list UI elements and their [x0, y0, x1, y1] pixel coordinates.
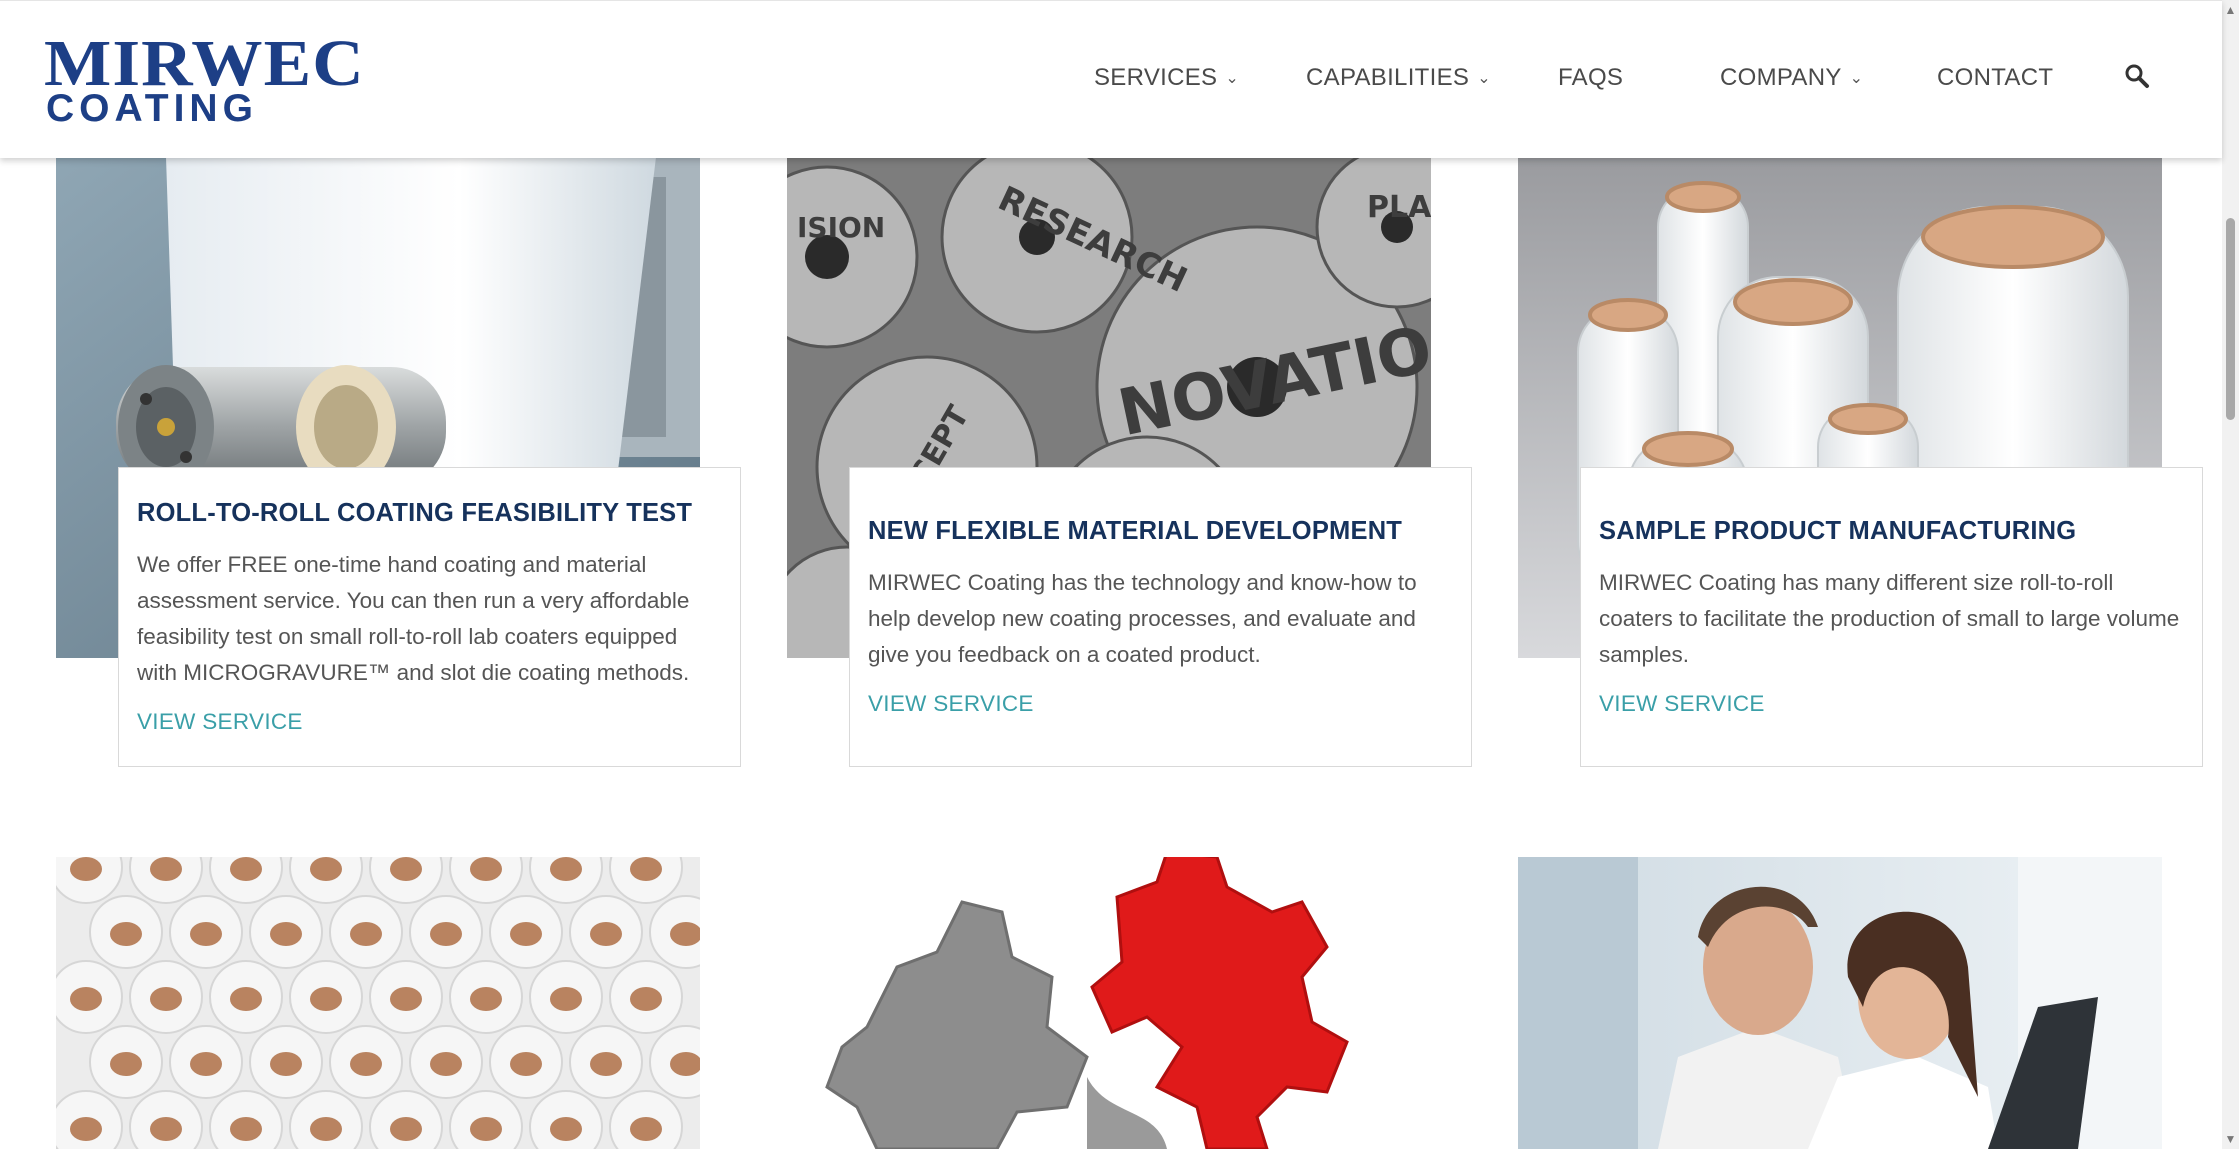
search-icon[interactable]: [2124, 63, 2150, 89]
service-card-description: We offer FREE one-time hand coating and …: [137, 551, 690, 685]
chevron-down-icon: ⌄: [1477, 70, 1491, 87]
vertical-scrollbar[interactable]: ▲ ▼: [2222, 0, 2239, 1149]
nav-capabilities-label: CAPABILITIES: [1306, 64, 1470, 91]
service-card-sample-manufacturing: SAMPLE PRODUCT MANUFACTURING MIRWEC Coat…: [1580, 467, 2203, 767]
nav-company[interactable]: COMPANY ⌄: [1720, 63, 1863, 94]
nav-faqs-label: FAQS: [1558, 64, 1624, 91]
puzzle-gears-image: [787, 857, 1431, 1149]
view-service-link[interactable]: VIEW SERVICE: [1599, 691, 2184, 717]
nav-services[interactable]: SERVICES ⌄: [1094, 63, 1239, 94]
scroll-down-arrow-icon[interactable]: ▼: [2222, 1131, 2239, 1147]
nav-contact-label: CONTACT: [1937, 64, 2054, 91]
logo-line-2: COATING: [46, 87, 258, 130]
service-card-description: MIRWEC Coating has the technology and kn…: [868, 569, 1417, 667]
site-header: MIRWEC COATING SERVICES ⌄ CAPABILITIES ⌄ F…: [0, 0, 2222, 158]
view-service-link[interactable]: VIEW SERVICE: [137, 709, 722, 735]
service-card-material-development: NEW FLEXIBLE MATERIAL DEVELOPMENT MIRWEC…: [849, 467, 1472, 767]
service-card-title: ROLL-TO-ROLL COATING FEASIBILITY TEST: [137, 499, 693, 527]
svg-text:PLA: PLA: [1367, 190, 1431, 225]
scroll-up-arrow-icon[interactable]: ▲: [2222, 2, 2239, 18]
nav-capabilities[interactable]: CAPABILITIES ⌄: [1306, 63, 1491, 94]
chevron-down-icon: ⌄: [1849, 70, 1864, 87]
view-service-link[interactable]: VIEW SERVICE: [868, 691, 1453, 717]
nav-faqs[interactable]: FAQS: [1558, 63, 1623, 93]
service-card-description: MIRWEC Coating has many different size r…: [1599, 569, 2180, 667]
service-card-feasibility: ROLL-TO-ROLL COATING FEASIBILITY TEST We…: [118, 467, 741, 767]
lab-scientists-image: [1518, 857, 2162, 1149]
mirwec-logo[interactable]: MIRWEC COATING: [44, 31, 364, 130]
nav-services-label: SERVICES: [1094, 64, 1218, 91]
nav-contact[interactable]: CONTACT: [1937, 63, 2053, 93]
service-card-title: SAMPLE PRODUCT MANUFACTURING: [1599, 517, 2077, 545]
scrollbar-thumb[interactable]: [2226, 218, 2235, 420]
chevron-down-icon: ⌄: [1225, 70, 1240, 87]
nav-company-label: COMPANY: [1720, 64, 1842, 91]
stacked-film-rolls-image: [56, 857, 700, 1149]
svg-text:ISION: ISION: [797, 211, 885, 244]
service-card-title: NEW FLEXIBLE MATERIAL DEVELOPMENT: [868, 517, 1403, 545]
